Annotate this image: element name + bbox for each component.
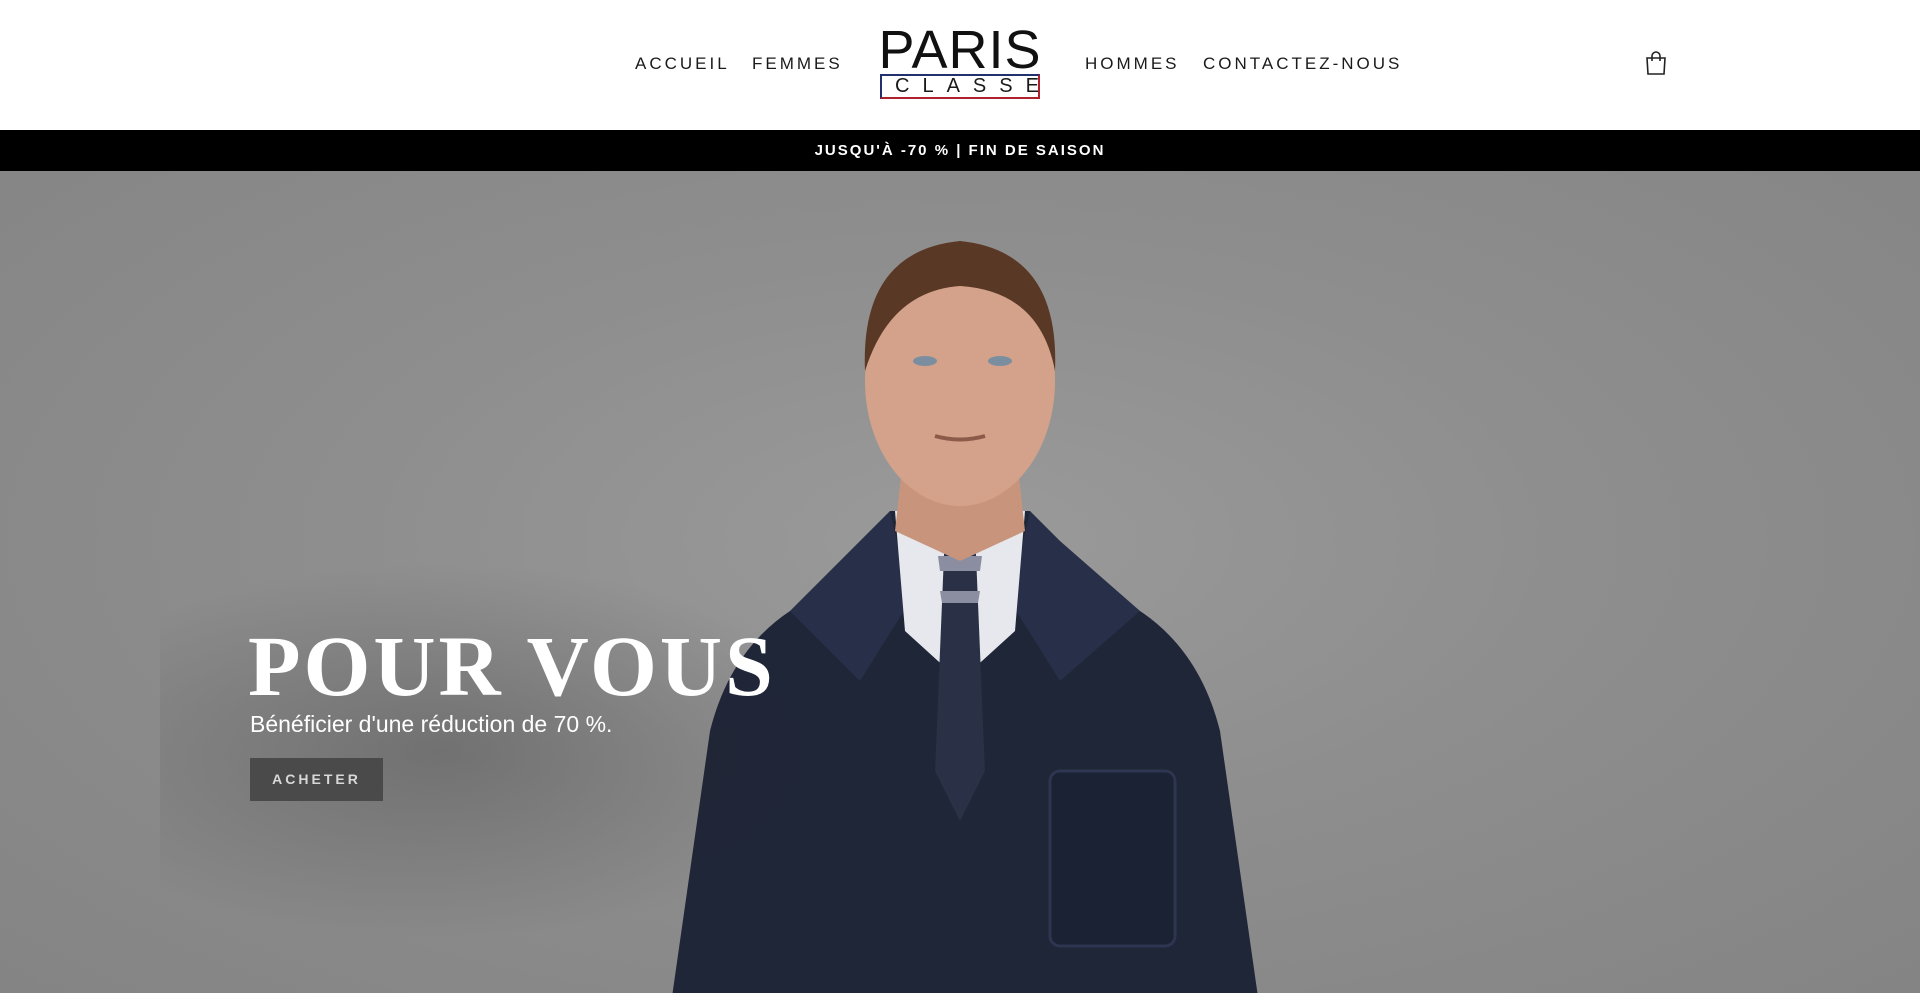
cart-button[interactable]: [1644, 50, 1668, 76]
site-header: ACCUEIL FEMMES PARIS CLASSE HOMMES CONTA…: [0, 0, 1920, 130]
shop-now-button[interactable]: ACHETER: [250, 758, 383, 801]
nav-link-femmes[interactable]: FEMMES: [752, 54, 843, 74]
logo-wordmark-top: PARIS: [878, 20, 1042, 80]
nav-link-hommes[interactable]: HOMMES: [1085, 54, 1180, 74]
brand-logo[interactable]: PARIS CLASSE: [878, 20, 1042, 100]
logo-wordmark-bottom: CLASSE: [880, 74, 1040, 99]
hero-title: POUR VOUS: [248, 618, 776, 714]
shopping-bag-icon: [1646, 51, 1666, 75]
announcement-bar[interactable]: JUSQU'À -70 % | FIN DE SAISON: [0, 130, 1920, 171]
hero-subtitle: Bénéficier d'une réduction de 70 %.: [250, 711, 613, 737]
nav-link-contactez-nous[interactable]: CONTACTEZ-NOUS: [1203, 54, 1402, 74]
nav-link-accueil[interactable]: ACCUEIL: [635, 54, 730, 74]
hero-banner[interactable]: POUR VOUS Bénéficier d'une réduction de …: [0, 171, 1920, 993]
